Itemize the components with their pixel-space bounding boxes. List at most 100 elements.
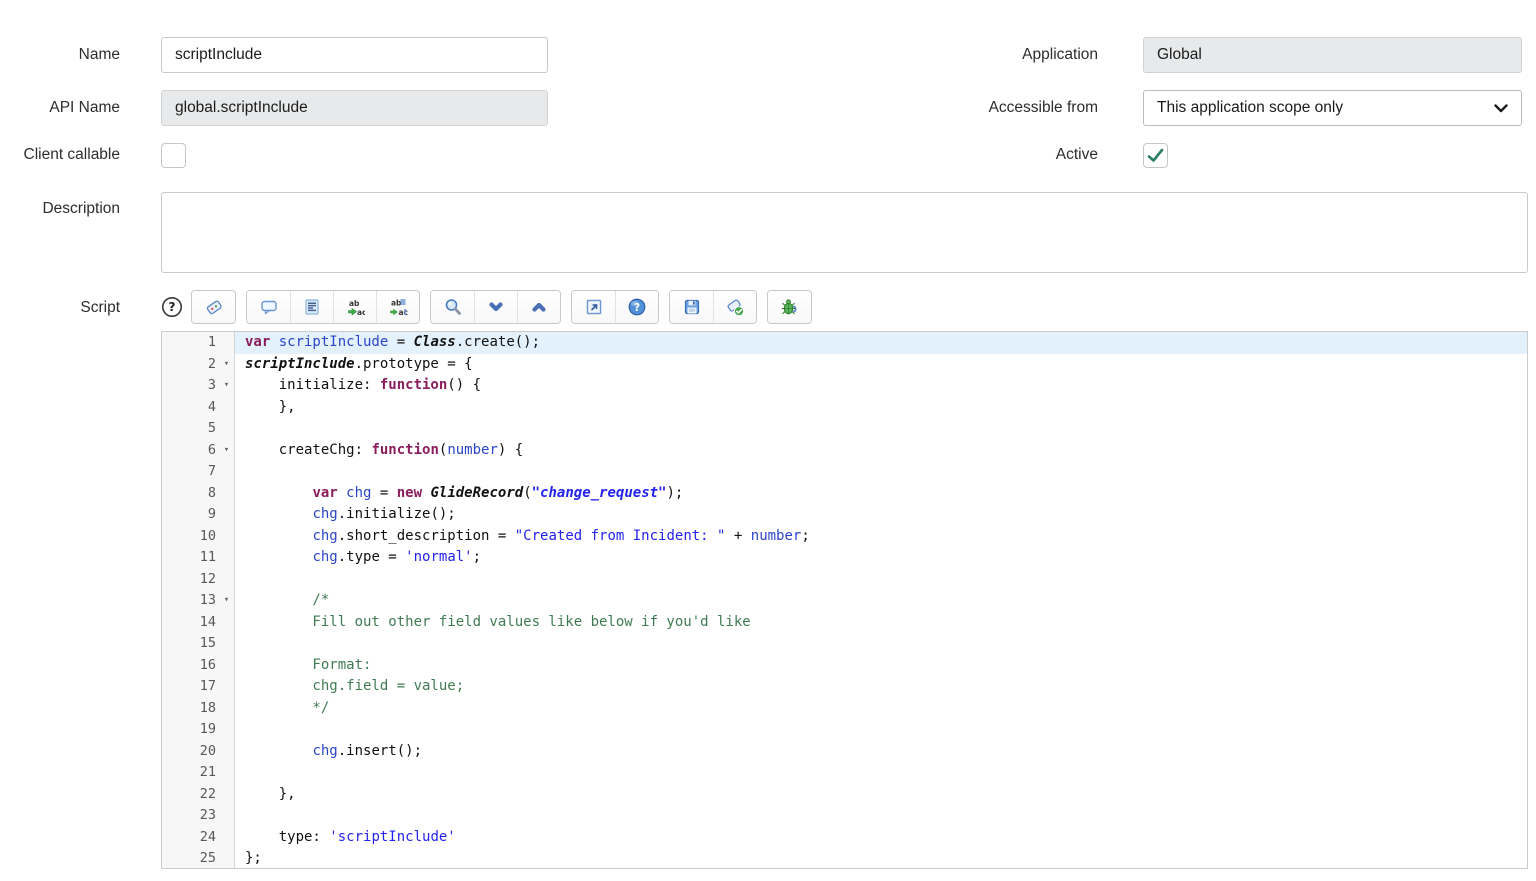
find-previous-button[interactable] bbox=[517, 291, 560, 323]
code-text[interactable]: Fill out other field values like below i… bbox=[235, 612, 1527, 634]
code-line: 20 chg.insert(); bbox=[162, 741, 1527, 763]
editor-help-button[interactable]: ? bbox=[615, 291, 658, 323]
editor-toggle-icon bbox=[204, 297, 224, 317]
line-gutter: 20 bbox=[162, 741, 235, 763]
code-text[interactable]: }, bbox=[235, 784, 1527, 806]
line-gutter: 19 bbox=[162, 719, 235, 741]
search-button[interactable] bbox=[431, 291, 474, 323]
code-text[interactable] bbox=[235, 762, 1527, 784]
line-gutter: 11 bbox=[162, 547, 235, 569]
line-gutter: 15 bbox=[162, 633, 235, 655]
replace-all-icon: abac bbox=[388, 297, 408, 317]
svg-text:ac: ac bbox=[399, 308, 409, 317]
field-help-icon[interactable]: ? bbox=[161, 296, 183, 318]
line-number: 18 bbox=[162, 698, 219, 720]
code-text[interactable]: createChg: function(number) { bbox=[235, 440, 1527, 462]
replace-all-button[interactable]: abac bbox=[376, 291, 419, 323]
line-number: 11 bbox=[162, 547, 219, 569]
line-gutter: 24 bbox=[162, 827, 235, 849]
line-number: 12 bbox=[162, 569, 219, 591]
line-number: 22 bbox=[162, 784, 219, 806]
line-gutter: 7 bbox=[162, 461, 235, 483]
code-line: 7 bbox=[162, 461, 1527, 483]
line-gutter: 13▾ bbox=[162, 590, 235, 612]
line-number: 15 bbox=[162, 633, 219, 655]
format-code-button[interactable] bbox=[290, 291, 333, 323]
code-text[interactable]: type: 'scriptInclude' bbox=[235, 827, 1527, 849]
editor-toggle-button[interactable] bbox=[192, 291, 235, 323]
code-text[interactable]: chg.initialize(); bbox=[235, 504, 1527, 526]
name-input[interactable] bbox=[161, 37, 548, 73]
line-gutter: 23 bbox=[162, 805, 235, 827]
line-number: 1 bbox=[162, 332, 219, 354]
line-number: 9 bbox=[162, 504, 219, 526]
code-line: 22 }, bbox=[162, 784, 1527, 806]
svg-text:?: ? bbox=[169, 300, 176, 314]
line-number: 25 bbox=[162, 848, 219, 869]
code-text[interactable]: initialize: function() { bbox=[235, 375, 1527, 397]
code-text[interactable] bbox=[235, 418, 1527, 440]
script-toolbar: ? abacabac? bbox=[161, 290, 1528, 324]
fold-arrow-icon[interactable]: ▾ bbox=[219, 375, 234, 397]
active-checkbox[interactable] bbox=[1143, 143, 1168, 168]
code-line: 17 chg.field = value; bbox=[162, 676, 1527, 698]
code-line: 15 bbox=[162, 633, 1527, 655]
svg-text:ab: ab bbox=[391, 299, 402, 308]
code-text[interactable]: */ bbox=[235, 698, 1527, 720]
line-gutter: 8 bbox=[162, 483, 235, 505]
code-lines: 1var scriptInclude = Class.create();2▾sc… bbox=[162, 332, 1527, 869]
find-next-button[interactable] bbox=[474, 291, 517, 323]
toggle-comment-button[interactable] bbox=[247, 291, 290, 323]
save-icon bbox=[682, 297, 702, 317]
line-number: 2 bbox=[162, 354, 219, 376]
line-number: 7 bbox=[162, 461, 219, 483]
replace-button[interactable]: abac bbox=[333, 291, 376, 323]
script-debugger-button[interactable] bbox=[768, 291, 811, 323]
toolbar-group bbox=[430, 290, 561, 324]
code-text[interactable]: /* bbox=[235, 590, 1527, 612]
code-text[interactable]: var scriptInclude = Class.create(); bbox=[235, 332, 1527, 354]
code-line: 8 var chg = new GlideRecord("change_requ… bbox=[162, 483, 1527, 505]
code-text[interactable]: chg.insert(); bbox=[235, 741, 1527, 763]
code-line: 3▾ initialize: function() { bbox=[162, 375, 1527, 397]
code-text[interactable] bbox=[235, 461, 1527, 483]
line-number: 19 bbox=[162, 719, 219, 741]
accessible-from-label: Accessible from bbox=[548, 99, 1098, 118]
script-editor[interactable]: 1var scriptInclude = Class.create();2▾sc… bbox=[161, 331, 1528, 869]
line-number: 10 bbox=[162, 526, 219, 548]
line-gutter: 22 bbox=[162, 784, 235, 806]
accessible-from-value: This application scope only bbox=[1157, 99, 1343, 117]
fold-arrow-icon[interactable]: ▾ bbox=[219, 590, 234, 612]
chevron-down-icon bbox=[486, 297, 506, 317]
code-text[interactable]: }, bbox=[235, 397, 1527, 419]
fold-arrow-icon[interactable]: ▾ bbox=[219, 354, 234, 376]
code-text[interactable]: scriptInclude.prototype = { bbox=[235, 354, 1527, 376]
client-callable-label: Client callable bbox=[0, 146, 120, 165]
line-gutter: 6▾ bbox=[162, 440, 235, 462]
description-textarea[interactable] bbox=[161, 192, 1528, 273]
code-text[interactable]: chg.type = 'normal'; bbox=[235, 547, 1527, 569]
code-line: 19 bbox=[162, 719, 1527, 741]
code-text[interactable] bbox=[235, 633, 1527, 655]
open-fullscreen-icon bbox=[584, 297, 604, 317]
code-text[interactable] bbox=[235, 569, 1527, 591]
code-text[interactable] bbox=[235, 719, 1527, 741]
client-callable-checkbox[interactable] bbox=[161, 143, 186, 168]
code-line: 1 var scriptInclude = Class.create(); bbox=[162, 332, 1527, 354]
open-fullscreen-button[interactable] bbox=[572, 291, 615, 323]
code-text[interactable]: chg.field = value; bbox=[235, 676, 1527, 698]
fold-arrow-icon[interactable]: ▾ bbox=[219, 440, 234, 462]
code-text[interactable] bbox=[235, 805, 1527, 827]
syntax-check-button[interactable] bbox=[713, 291, 756, 323]
code-text[interactable]: chg.short_description = "Created from In… bbox=[235, 526, 1527, 548]
line-number: 16 bbox=[162, 655, 219, 677]
replace-icon: abac bbox=[345, 297, 365, 317]
svg-text:?: ? bbox=[634, 302, 640, 314]
code-text[interactable]: var chg = new GlideRecord("change_reques… bbox=[235, 483, 1527, 505]
save-button[interactable] bbox=[670, 291, 713, 323]
code-text[interactable]: }; bbox=[235, 848, 1527, 869]
accessible-from-select[interactable]: This application scope only bbox=[1143, 90, 1522, 126]
code-text[interactable]: Format: bbox=[235, 655, 1527, 677]
help-icon: ? bbox=[627, 297, 647, 317]
debug-icon bbox=[780, 297, 800, 317]
